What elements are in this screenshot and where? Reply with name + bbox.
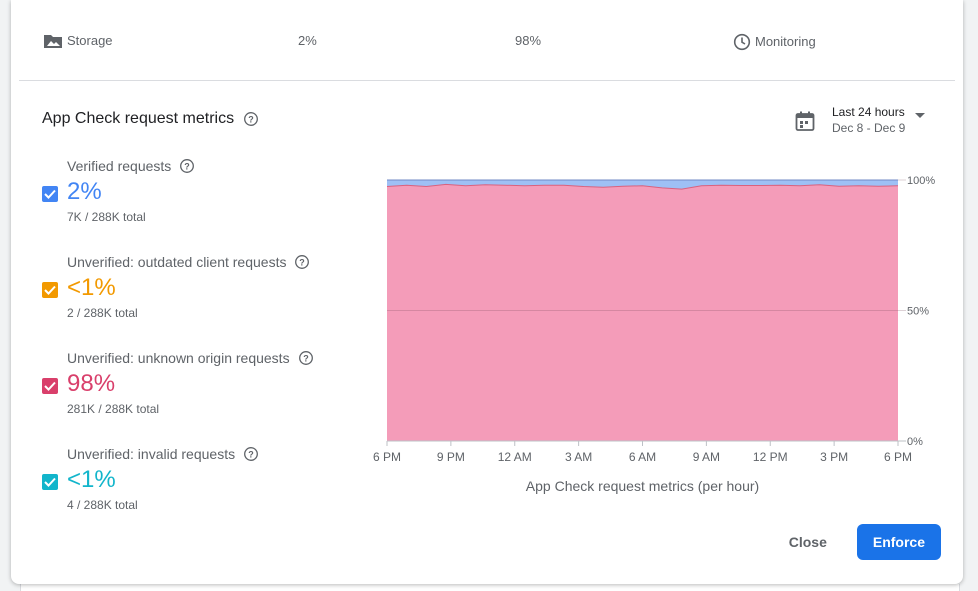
storage-label: Storage	[67, 33, 113, 48]
date-range-picker[interactable]: Last 24 hours Dec 8 - Dec 9	[794, 104, 926, 136]
svg-text:?: ?	[300, 257, 306, 267]
help-icon[interactable]: ?	[294, 254, 310, 270]
mode-label: Monitoring	[755, 34, 816, 49]
image-icon	[44, 35, 62, 48]
outdated-client-checkbox[interactable]	[42, 282, 58, 298]
metric-label: Unverified: invalid requests ?	[67, 446, 259, 462]
app-check-dialog: Storage 2% 98% Monitoring App Check requ…	[11, 0, 963, 584]
storage-verified-pct: 2%	[298, 33, 317, 48]
checkmark-icon	[44, 381, 56, 391]
svg-text:?: ?	[248, 449, 254, 459]
storage-unverified-pct: 98%	[515, 33, 542, 48]
metric-total: 7K / 288K total	[67, 210, 146, 224]
y-tick-label: 0%	[907, 436, 923, 448]
invalid-checkbox[interactable]	[42, 474, 58, 490]
unknown-origin-checkbox[interactable]	[42, 378, 58, 394]
dropdown-arrow-icon	[915, 113, 926, 118]
metric-label: Verified requests ?	[67, 158, 195, 174]
x-tick-label: 3 PM	[820, 450, 848, 464]
close-button[interactable]: Close	[777, 524, 839, 560]
section-title-text: App Check request metrics	[42, 110, 235, 127]
background-panel-edge	[20, 584, 960, 591]
x-tick-label: 12 PM	[753, 450, 788, 464]
help-icon[interactable]: ?	[243, 446, 259, 462]
metric-value: 2%	[67, 178, 102, 205]
checkmark-icon	[44, 189, 56, 199]
section-title: App Check request metrics ?	[42, 110, 259, 128]
svg-text:?: ?	[248, 114, 254, 124]
date-range-dates: Dec 8 - Dec 9	[832, 121, 906, 135]
x-tick-label: 6 PM	[884, 450, 912, 464]
metric-total: 2 / 288K total	[67, 306, 138, 320]
y-tick-label: 50%	[907, 306, 929, 318]
metric-label: Unverified: unknown origin requests ?	[67, 350, 314, 366]
x-tick-label: 6 AM	[629, 450, 656, 464]
svg-text:?: ?	[185, 161, 191, 171]
x-tick-label: 9 AM	[693, 450, 720, 464]
svg-text:?: ?	[303, 353, 309, 363]
metric-total: 281K / 288K total	[67, 402, 160, 416]
x-tick-label: 12 AM	[498, 450, 532, 464]
request-metrics-chart: 100% 50% 0% 6 PM 9 PM 12 AM 3 AM 6 AM 9 AM 12 PM 3…	[351, 160, 951, 500]
storage-row[interactable]: Storage 2% 98% Monitoring	[11, 0, 963, 81]
metric-label-text: Unverified: invalid requests	[67, 446, 236, 462]
chart-svg: 100% 50% 0% 6 PM 9 PM 12 AM 3 AM 6 AM 9 AM 12 PM 3…	[373, 175, 935, 494]
x-tick-label: 6 PM	[373, 450, 401, 464]
metric-label-text: Unverified: unknown origin requests	[67, 350, 290, 366]
help-icon[interactable]: ?	[298, 350, 314, 366]
calendar-icon	[795, 111, 815, 131]
metric-label-text: Unverified: outdated client requests	[67, 254, 287, 270]
metric-value: 98%	[67, 370, 116, 397]
metric-label-text: Verified requests	[67, 158, 172, 174]
storage-cell: Storage	[43, 33, 113, 49]
x-tick-label: 3 AM	[565, 450, 592, 464]
y-tick-label: 100%	[907, 175, 935, 187]
metric-value: <1%	[67, 274, 116, 301]
checkmark-icon	[44, 285, 56, 295]
x-axis-label: App Check request metrics (per hour)	[526, 478, 759, 494]
dialog-actions: Close Enforce	[777, 524, 941, 560]
metric-total: 4 / 288K total	[67, 498, 138, 512]
row-divider	[19, 80, 955, 81]
clock-icon	[733, 33, 751, 51]
enforce-button[interactable]: Enforce	[856, 524, 941, 560]
verified-checkbox[interactable]	[42, 186, 58, 202]
checkmark-icon	[44, 477, 56, 487]
help-icon[interactable]: ?	[243, 111, 259, 127]
date-range-label: Last 24 hours	[832, 105, 905, 119]
metric-label: Unverified: outdated client requests ?	[67, 254, 310, 270]
x-tick-label: 9 PM	[437, 450, 465, 464]
storage-mode: Monitoring	[733, 33, 816, 51]
series-area-unknown-origin	[387, 184, 898, 441]
help-icon[interactable]: ?	[179, 158, 195, 174]
metric-value: <1%	[67, 466, 116, 493]
